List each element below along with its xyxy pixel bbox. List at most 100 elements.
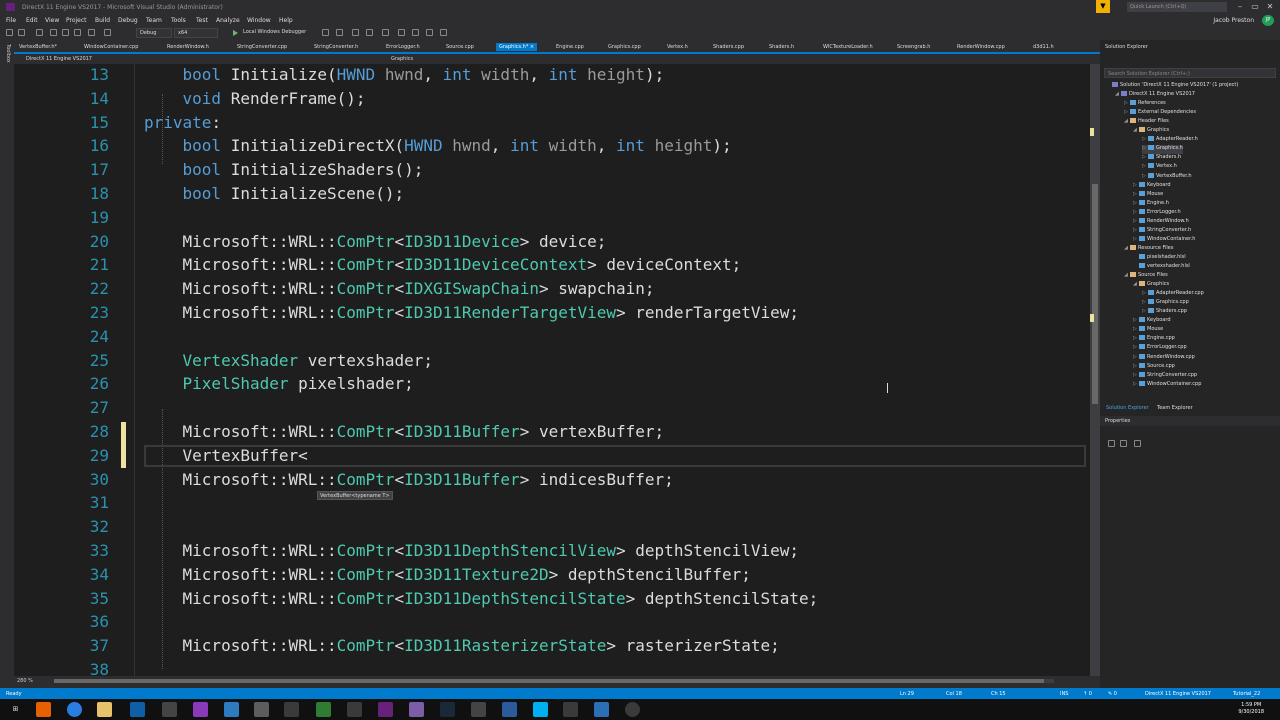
open-file-icon[interactable]	[50, 29, 57, 36]
tab-8[interactable]: Engine.cpp	[553, 43, 587, 51]
status-project[interactable]: DirectX 11 Engine VS2017	[1145, 691, 1211, 697]
tree-item[interactable]: ▷ Graphics.cpp	[1142, 299, 1189, 308]
close-icon[interactable]: ✕	[1264, 2, 1276, 12]
save-all-icon[interactable]	[74, 29, 81, 36]
tab-solution-explorer[interactable]: Solution Explorer	[1103, 404, 1152, 412]
steam-icon[interactable]	[440, 702, 455, 717]
tab-team-explorer[interactable]: Team Explorer	[1154, 404, 1196, 412]
tab-0[interactable]: VertexBuffer.h*	[16, 43, 60, 51]
app-icon[interactable]	[563, 702, 578, 717]
tree-item[interactable]: Solution 'DirectX 11 Engine VS2017' (1 p…	[1106, 82, 1238, 91]
code-line[interactable]: Microsoft::WRL::ComPtr<ID3D11Buffer> ind…	[144, 470, 674, 489]
tab-1[interactable]: WindowContainer.cpp	[81, 43, 141, 51]
hscroll-thumb[interactable]	[54, 679, 1044, 683]
tree-item[interactable]: ◢ Header Files	[1124, 118, 1169, 127]
feedback-filter-icon[interactable]: ▼	[1096, 0, 1110, 13]
code-line[interactable]: private:	[144, 113, 221, 132]
visual-studio-icon[interactable]	[378, 702, 393, 717]
tab-14[interactable]: Screengrab.h	[894, 43, 933, 51]
minimize-icon[interactable]: –	[1234, 2, 1246, 12]
tree-item[interactable]: pixelshader.hlsl	[1133, 253, 1186, 263]
redo-icon[interactable]	[104, 29, 111, 36]
tree-item[interactable]: ▷ Mouse	[1133, 190, 1163, 200]
app-icon[interactable]	[254, 702, 269, 717]
code-line[interactable]: bool InitializeShaders();	[144, 160, 424, 179]
menu-team[interactable]: Team	[146, 17, 162, 24]
app-icon[interactable]	[193, 702, 208, 717]
solution-search-input[interactable]: Search Solution Explorer (Ctrl+;)	[1104, 68, 1276, 78]
tree-item[interactable]: ▷ Keyboard	[1133, 181, 1171, 191]
code-line[interactable]: void RenderFrame();	[144, 89, 366, 108]
tree-item[interactable]: ▷ WindowContainer.h	[1133, 235, 1195, 245]
code-line[interactable]: bool InitializeScene();	[144, 184, 405, 203]
platform-select[interactable]: x64	[174, 28, 218, 38]
tree-item[interactable]: ▷ Vertex.h	[1142, 163, 1177, 172]
code-line[interactable]: Microsoft::WRL::ComPtr<ID3D11Texture2D> …	[144, 565, 751, 584]
tree-item[interactable]: ▷ Mouse	[1133, 326, 1163, 335]
categorized-icon[interactable]	[1108, 440, 1115, 447]
app-icon[interactable]	[409, 702, 424, 717]
scrollbar-thumb[interactable]	[1092, 184, 1098, 404]
tab-6[interactable]: Source.cpp	[443, 43, 477, 51]
new-project-icon[interactable]	[36, 29, 43, 36]
app-icon[interactable]	[471, 702, 486, 717]
toolbar-icon[interactable]	[336, 29, 343, 36]
code-line[interactable]: Microsoft::WRL::ComPtr<ID3D11Buffer> ver…	[144, 422, 665, 441]
toolbox-tab[interactable]: Toolbox	[3, 44, 11, 63]
menu-analyze[interactable]: Analyze	[216, 17, 240, 24]
tree-item[interactable]: ▷ Shaders.h	[1142, 154, 1181, 163]
tree-item[interactable]: ▷ References	[1124, 100, 1166, 109]
configuration-select[interactable]: Debug	[136, 28, 172, 38]
menu-view[interactable]: View	[45, 17, 59, 24]
toolbar-icon[interactable]	[366, 29, 373, 36]
tree-item[interactable]: ▷ StringConverter.h	[1133, 226, 1191, 236]
menu-edit[interactable]: Edit	[26, 17, 38, 24]
back-icon[interactable]	[6, 29, 13, 36]
zoom-level[interactable]: 280 %	[17, 678, 33, 684]
quick-launch-input[interactable]: Quick Launch (Ctrl+Q)	[1127, 2, 1227, 12]
tree-item[interactable]: ▷ WindowContainer.cpp	[1133, 380, 1201, 390]
tree-item[interactable]: ▷ Engine.cpp	[1133, 335, 1175, 344]
menu-file[interactable]: File	[6, 17, 16, 24]
skype-icon[interactable]	[533, 702, 548, 717]
tree-item[interactable]: ◢ DirectX 11 Engine VS2017	[1115, 91, 1195, 100]
tab-4[interactable]: StringConverter.h	[311, 43, 361, 51]
avatar[interactable]: JP	[1262, 15, 1274, 26]
tab-5[interactable]: ErrorLogger.h	[383, 43, 423, 51]
code-line[interactable]: VertexBuffer<	[144, 446, 308, 465]
tree-item[interactable]: ▷ VertexBuffer.h	[1142, 172, 1192, 182]
tree-item[interactable]: ◢ Resource Files	[1124, 244, 1174, 254]
menu-window[interactable]: Window	[247, 17, 271, 24]
status-pending-edits[interactable]: ✎ 0	[1108, 691, 1117, 697]
toolbar-icon[interactable]	[426, 29, 433, 36]
tree-item[interactable]: ▷ Graphics.h	[1142, 145, 1183, 155]
tree-item[interactable]: ▷ AdapterReader.cpp	[1142, 290, 1204, 299]
tab-16[interactable]: d3d11.h	[1030, 43, 1057, 51]
tab-10[interactable]: Vertex.h	[664, 43, 691, 51]
app-icon[interactable]	[162, 702, 177, 717]
code-line[interactable]: VertexShader vertexshader;	[144, 351, 433, 370]
bookmark-icon[interactable]	[398, 29, 405, 36]
tab-15[interactable]: RenderWindow.cpp	[954, 43, 1008, 51]
app-icon[interactable]	[316, 702, 331, 717]
app-icon[interactable]	[347, 702, 362, 717]
tab-11[interactable]: Shaders.cpp	[710, 43, 747, 51]
tab-12[interactable]: Shaders.h	[766, 43, 797, 51]
menu-tools[interactable]: Tools	[171, 17, 186, 24]
tree-item[interactable]: ▷ Shaders.cpp	[1142, 308, 1187, 317]
app-icon[interactable]	[284, 702, 299, 717]
tree-item[interactable]: vertexshader.hlsl	[1133, 263, 1190, 272]
tab-13[interactable]: WICTextureLoader.h	[820, 43, 876, 51]
tree-item[interactable]: ▷ Source.cpp	[1133, 362, 1175, 372]
toolbar-icon[interactable]	[440, 29, 447, 36]
vertical-scrollbar[interactable]	[1090, 64, 1100, 676]
status-publish[interactable]: ↑ 0	[1083, 691, 1092, 697]
outlook-icon[interactable]	[130, 702, 145, 717]
code-line[interactable]: Microsoft::WRL::ComPtr<ID3D11DepthStenci…	[144, 541, 800, 560]
app-icon[interactable]	[594, 702, 609, 717]
app-icon[interactable]	[502, 702, 517, 717]
menu-test[interactable]: Test	[196, 17, 208, 24]
code-line[interactable]: Microsoft::WRL::ComPtr<ID3D11RenderTarge…	[144, 303, 800, 322]
clock[interactable]: 1:59 PM 9/30/2018	[1238, 702, 1264, 716]
start-debugger-button[interactable]: Local Windows Debugger	[240, 28, 314, 38]
